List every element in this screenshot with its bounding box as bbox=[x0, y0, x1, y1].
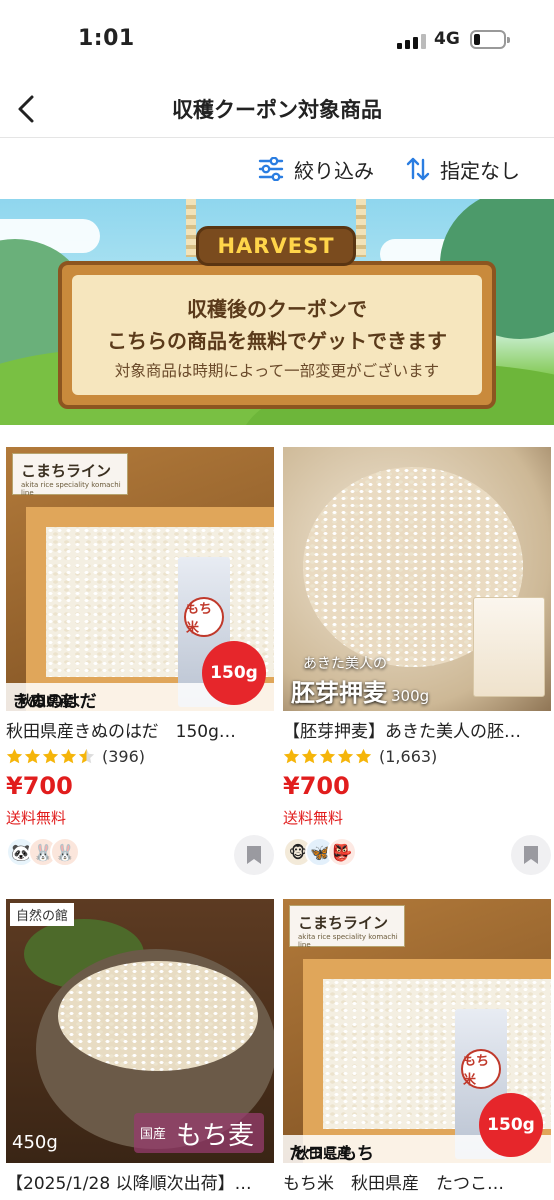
star-icon bbox=[60, 748, 77, 764]
product-title[interactable]: 秋田県産きぬのはだ 150g… bbox=[6, 717, 274, 742]
brand-name: こまちライン bbox=[298, 914, 389, 932]
product-title[interactable]: 【2025/1/28 以降順次出荷】… bbox=[6, 1169, 274, 1194]
product-image[interactable]: もち米 こまちライン akita rice speciality komachi… bbox=[6, 447, 274, 711]
banner-note: 対象商品は時期によって一部変更がございます bbox=[114, 362, 440, 380]
page-title: 収穫クーポン対象商品 bbox=[172, 98, 382, 122]
caption-prefecture: 秋田県産 bbox=[295, 1146, 351, 1162]
brand-name: こまちライン bbox=[21, 462, 112, 480]
bookmark-icon bbox=[247, 846, 261, 864]
rope-decoration bbox=[186, 199, 196, 257]
star-icon bbox=[355, 748, 372, 764]
product-image[interactable]: もち米 こまちライン akita rice speciality komachi… bbox=[283, 899, 551, 1163]
sort-button[interactable]: 指定なし bbox=[406, 153, 520, 185]
weight-badge: 150g bbox=[202, 641, 266, 705]
review-count: (1,663) bbox=[379, 747, 438, 766]
brand-logo: こまちライン akita rice speciality komachi lin… bbox=[289, 905, 405, 949]
character-avatar: 👺 bbox=[327, 837, 357, 867]
free-shipping-label: 送料無料 bbox=[283, 809, 344, 827]
bookmark-icon bbox=[524, 846, 538, 864]
wooden-sign: 収穫後のクーポンで こちらの商品を無料でゲットできます 対象商品は時期によって一… bbox=[58, 261, 496, 409]
caption-weight: 300g bbox=[391, 687, 430, 705]
user-avatars: 🐼 🐰 🐰 bbox=[6, 837, 80, 867]
caption-weight: 450g bbox=[12, 1132, 58, 1153]
signal-icon bbox=[397, 33, 427, 49]
caption-small: あきた美人の bbox=[303, 656, 387, 672]
caption-tag: 国産 bbox=[140, 1127, 167, 1142]
rating-stars: (1,663) bbox=[283, 747, 437, 766]
product-image[interactable]: 自然の館 450g 国産 もち麦 bbox=[6, 899, 274, 1163]
product-price: ¥700 bbox=[283, 772, 350, 800]
product-title[interactable]: 【胚芽押麦】あきた美人の胚… bbox=[283, 717, 551, 742]
banner-headline-2: こちらの商品を無料でゲットできます bbox=[107, 329, 447, 353]
network-type: 4G bbox=[434, 29, 460, 49]
free-shipping-label: 送料無料 bbox=[6, 809, 67, 827]
bookmark-button[interactable] bbox=[234, 835, 274, 875]
battery-icon bbox=[470, 30, 510, 49]
harvest-banner[interactable]: 収穫後のクーポンで こちらの商品を無料でゲットできます 対象商品は時期によって一… bbox=[0, 199, 554, 425]
product-grid: もち米 こまちライン akita rice speciality komachi… bbox=[0, 425, 554, 1200]
brand-tag: 自然の館 bbox=[10, 903, 75, 926]
product-card[interactable]: 自然の館 450g 国産 もち麦 【2025/1/28 以降順次出荷】… bbox=[6, 899, 274, 1200]
half-star-icon bbox=[78, 748, 95, 764]
status-time: 1:01 bbox=[78, 26, 135, 51]
filter-label: 絞り込み bbox=[294, 158, 374, 183]
mochi-seal: もち米 bbox=[184, 597, 224, 637]
harvest-sign-label: HARVEST bbox=[196, 226, 356, 266]
star-icon bbox=[42, 748, 59, 764]
caption-box: 国産 もち麦 bbox=[134, 1113, 264, 1153]
review-count: (396) bbox=[102, 747, 146, 766]
star-icon bbox=[301, 748, 318, 764]
rope-decoration bbox=[356, 199, 366, 257]
product-card[interactable]: もち米 こまちライン akita rice speciality komachi… bbox=[283, 899, 551, 1200]
filter-button[interactable]: 絞り込み bbox=[258, 153, 374, 185]
banner-headline-1: 収穫後のクーポンで bbox=[187, 297, 367, 321]
image-caption: あきた美人の 胚芽押麦 300g bbox=[291, 653, 429, 708]
user-avatars: 🐵 🦋 👺 bbox=[283, 837, 357, 867]
product-card[interactable]: あきた美人の 胚芽押麦 300g 【胚芽押麦】あきた美人の胚… (1,663) ¥… bbox=[283, 447, 551, 887]
rabbit-avatar: 🐰 bbox=[50, 837, 80, 867]
star-icon bbox=[6, 748, 23, 764]
brand-subtitle: akita rice speciality komachi line bbox=[21, 481, 121, 497]
product-card[interactable]: もち米 こまちライン akita rice speciality komachi… bbox=[6, 447, 274, 887]
brand-logo: こまちライン akita rice speciality komachi lin… bbox=[12, 453, 128, 497]
bookmark-button[interactable] bbox=[511, 835, 551, 875]
mochi-barley-rice bbox=[58, 961, 258, 1071]
sort-arrows-icon bbox=[406, 157, 430, 181]
mochi-seal: もち米 bbox=[461, 1049, 501, 1089]
nav-bar: 収穫クーポン対象商品 bbox=[0, 82, 554, 138]
star-icon bbox=[283, 748, 300, 764]
product-price: ¥700 bbox=[6, 772, 73, 800]
caption-prefecture: 秋田県産 bbox=[18, 694, 74, 710]
sign-panel: 収穫後のクーポンで こちらの商品を無料でゲットできます 対象商品は時期によって一… bbox=[72, 275, 482, 395]
weight-badge: 150g bbox=[479, 1093, 543, 1157]
rating-stars: (396) bbox=[6, 747, 145, 766]
star-icon bbox=[337, 748, 354, 764]
star-icon bbox=[24, 748, 41, 764]
harvest-label-text: HARVEST bbox=[217, 234, 335, 258]
status-bar: 1:01 4G bbox=[0, 0, 554, 82]
barley-package bbox=[473, 597, 545, 697]
caption-product: もち麦 bbox=[176, 1121, 255, 1151]
star-icon bbox=[319, 748, 336, 764]
product-title[interactable]: もち米 秋田県産 たつこ… bbox=[283, 1169, 551, 1194]
filter-sliders-icon bbox=[258, 157, 284, 181]
caption-product: 胚芽押麦 bbox=[291, 679, 387, 707]
brand-subtitle: akita rice speciality komachi line bbox=[298, 933, 398, 949]
filter-toolbar: 絞り込み 指定なし bbox=[0, 139, 554, 199]
sort-label: 指定なし bbox=[440, 158, 520, 183]
product-image[interactable]: あきた美人の 胚芽押麦 300g bbox=[283, 447, 551, 711]
